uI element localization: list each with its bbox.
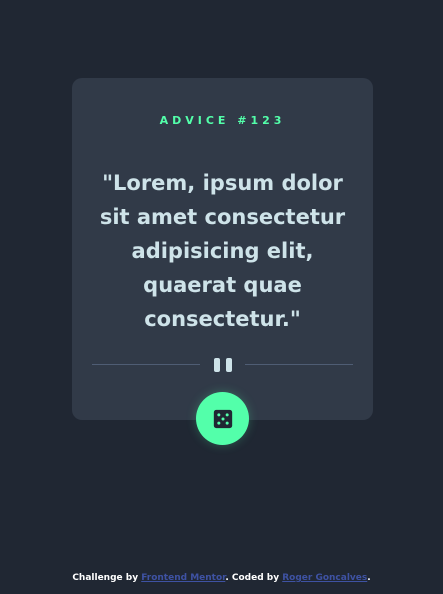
- pause-bar-right: [225, 358, 232, 372]
- advice-quote: "Lorem, ipsum dolor sit amet consectetur…: [99, 171, 346, 331]
- divider: [92, 357, 353, 373]
- author-link[interactable]: Roger Goncalves: [282, 573, 367, 583]
- dice-icon: [213, 409, 232, 428]
- divider-line-right: [245, 364, 353, 365]
- pause-icon: [213, 357, 233, 373]
- attribution-coded-text: . Coded by: [225, 573, 283, 583]
- pause-bar-left: [213, 358, 220, 372]
- advice-id: ADVICE #123: [159, 114, 286, 127]
- dice-button[interactable]: [196, 392, 249, 445]
- attribution-end: .: [367, 573, 371, 583]
- attribution-challenge-text: Challenge by: [72, 573, 142, 583]
- advice-card: ADVICE #123 "Lorem, ipsum dolor sit amet…: [72, 78, 373, 420]
- attribution: Challenge by Frontend Mentor. Coded by R…: [0, 573, 443, 583]
- divider-line-left: [92, 364, 200, 365]
- frontend-mentor-link[interactable]: Frontend Mentor: [141, 573, 225, 583]
